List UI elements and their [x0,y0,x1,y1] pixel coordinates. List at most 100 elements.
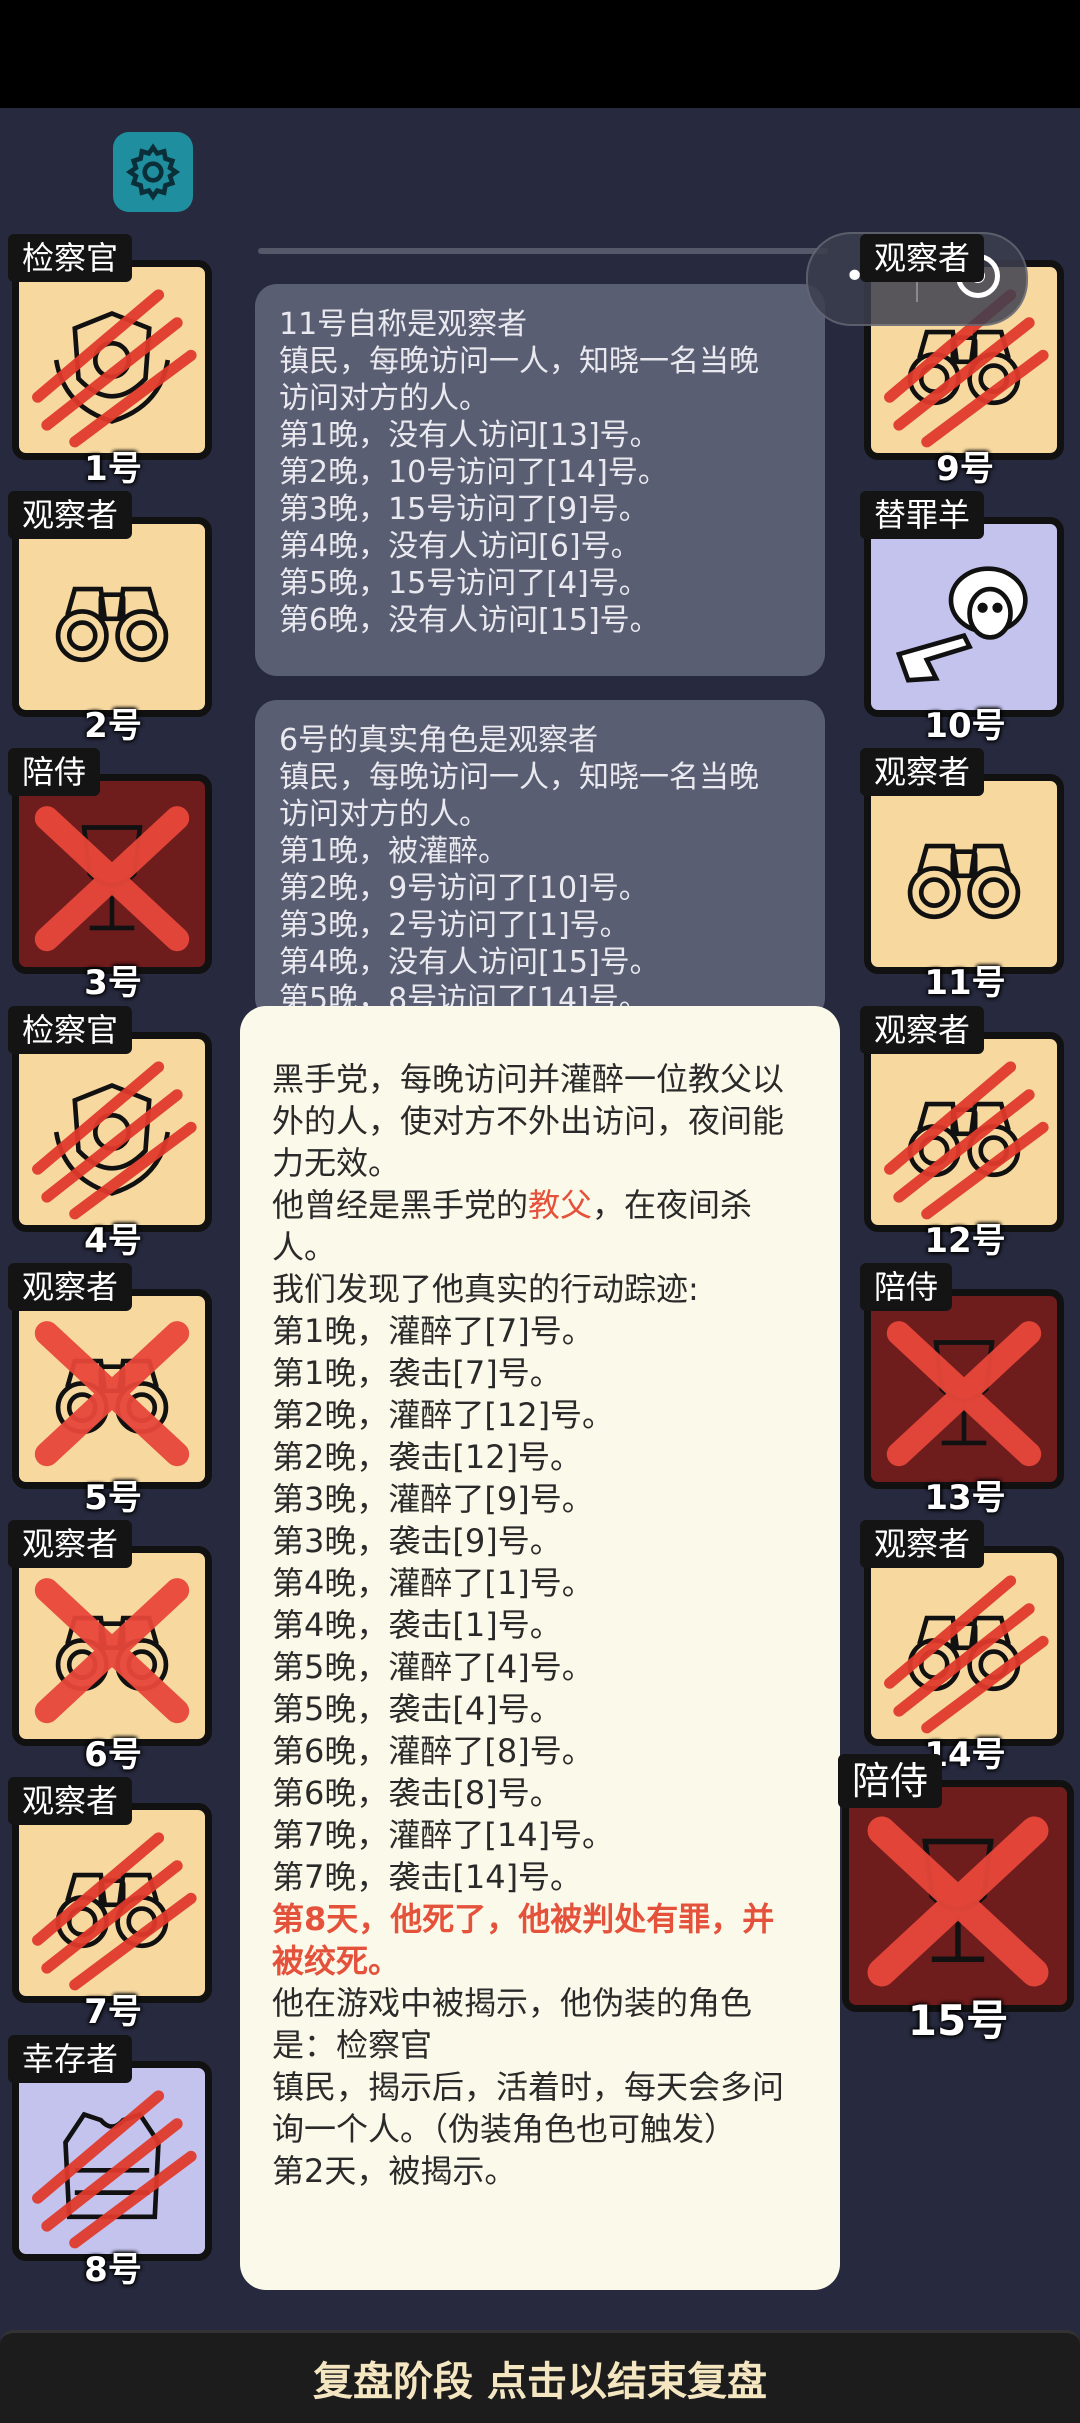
info-message-2: 6号的真实角色是观察者 镇民，每晚访问一人，知晓一名当晚 访问对方的人。 第1晚… [255,700,825,1020]
player-number: 8号 [84,2250,142,2290]
player-seat-15[interactable]: 陪侍 15号 [838,1754,1078,2045]
player-seat-6[interactable]: 观察者 6号 [8,1520,218,1775]
role-card [864,1546,1064,1746]
message-line: 镇民，每晚访问一人，知晓一名当晚 [279,760,759,795]
player-number: 6号 [84,1735,142,1775]
player-number: 3号 [84,963,142,1003]
revealed-line: 第2天，被揭示。 [272,2152,517,2190]
trace-line: 第5晚，袭击[4]号。 [272,1690,562,1728]
role-description: 黑手党，每晚访问并灌醉一位教父以外的人，使对方不外出访问，夜间能力无效。 [272,1060,785,1182]
player-detail-popup[interactable]: 黑手党，每晚访问并灌醉一位教父以外的人，使对方不外出访问，夜间能力无效。 他曾经… [240,1006,840,2290]
player-seat-13[interactable]: 陪侍 13号 [860,1263,1070,1518]
message-line: 第2晚，10号访问了[14]号。 [279,455,668,490]
role-label: 观察者 [8,1777,133,1825]
player-number: 9号 [936,449,994,489]
player-seat-10[interactable]: 替罪羊 10号 [860,491,1070,746]
wine-glass-icon [34,806,190,952]
player-seat-14[interactable]: 观察者 14号 [860,1520,1070,1775]
player-seat-7[interactable]: 观察者 7号 [8,1777,218,2032]
role-label: 观察者 [8,491,133,539]
disguise-line: 他在游戏中被揭示，他伪装的角色是：检察官 [272,1984,753,2064]
player-seat-4[interactable]: 检察官 4号 [8,1006,218,1261]
player-seat-2[interactable]: 观察者 2号 [8,491,218,746]
binoculars-icon [884,1061,1049,1220]
message-line: 6号的真实角色是观察者 [279,723,599,758]
player-seat-8[interactable]: 幸存者 8号 [8,2035,218,2290]
binoculars-icon [32,1832,197,1991]
true-role-line: 他曾经是黑手党的教父，在夜间杀人。 [272,1184,806,1268]
true-role-name: 教父 [528,1186,593,1224]
player-seat-5[interactable]: 观察者 5号 [8,1263,218,1518]
message-line: 11号自称是观察者 [279,307,528,342]
player-seat-3[interactable]: 陪侍 3号 [8,748,218,1003]
status-bar [0,0,1080,108]
role-label: 观察者 [860,748,985,796]
player-seat-1[interactable]: 检察官 1号 [8,234,218,489]
role-card [864,1289,1064,1489]
role-card [12,517,212,717]
trace-line: 第4晚，袭击[1]号。 [272,1606,562,1644]
trace-line: 第7晚，灌醉了[14]号。 [272,1816,615,1854]
binoculars-icon [55,586,169,663]
role-label: 观察者 [860,234,985,282]
wine-glass-icon [886,1321,1042,1467]
player-seat-12[interactable]: 观察者 12号 [860,1006,1070,1261]
end-review-label: 复盘阶段 点击以结束复盘 [313,2359,767,2405]
death-notice: 第8天，他死了，他被判处有罪，并被绞死。 [272,1900,775,1980]
role-card [864,774,1064,974]
message-line: 访问对方的人。 [279,381,489,416]
role-card [12,1546,212,1746]
role-label: 观察者 [860,1520,985,1568]
role-card [12,1803,212,2003]
message-line: 第2晚，9号访问了[10]号。 [279,871,649,906]
player-number: 4号 [84,1221,142,1261]
trace-line: 第7晚，袭击[14]号。 [272,1858,583,1896]
trace-header: 我们发现了他真实的行动踪迹: [272,1270,699,1308]
role-label: 检察官 [8,1006,133,1054]
binoculars-icon [34,1321,190,1467]
role-card [12,774,212,974]
role-card [12,260,212,460]
end-review-button[interactable]: 复盘阶段 点击以结束复盘 [0,2330,1080,2423]
message-line: 第4晚，没有人访问[6]号。 [279,529,641,564]
message-line: 第3晚，15号访问了[9]号。 [279,492,649,527]
message-line: 访问对方的人。 [279,797,489,832]
message-line: 第6晚，没有人访问[15]号。 [279,603,660,638]
trace-line: 第5晚，灌醉了[4]号。 [272,1648,594,1686]
wine-glass-icon [867,1816,1049,1987]
role-label: 陪侍 [838,1754,943,1808]
role-card [12,1289,212,1489]
player-seat-11[interactable]: 观察者 11号 [860,748,1070,1003]
trace-line: 第1晚，袭击[7]号。 [272,1354,562,1392]
role-label: 陪侍 [8,748,101,796]
trace-line: 第3晚，灌醉了[9]号。 [272,1480,594,1518]
role-label: 观察者 [8,1263,133,1311]
role-label: 幸存者 [8,2035,133,2083]
vest-icon [32,2090,197,2249]
player-number: 10号 [924,706,1006,746]
role-card [842,1780,1074,2012]
trace-line: 第6晚，袭击[8]号。 [272,1774,562,1812]
role-label: 观察者 [8,1520,133,1568]
player-number: 11号 [924,963,1006,1003]
player-number: 2号 [84,706,142,746]
badge-icon [32,289,197,448]
chat-top-divider [258,248,828,254]
settings-button[interactable] [113,132,193,212]
message-line: 第1晚，没有人访问[13]号。 [279,418,660,453]
role-card [12,2061,212,2261]
trace-line: 第4晚，灌醉了[1]号。 [272,1564,594,1602]
badge-icon [32,1061,197,1220]
role-card [864,517,1064,717]
message-line: 镇民，每晚访问一人，知晓一名当晚 [279,344,759,379]
true-role-prefix: 他曾经是黑手党的 [272,1186,529,1224]
player-number: 15号 [907,1996,1009,2045]
trace-line: 第2晚，灌醉了[12]号。 [272,1396,615,1434]
role-label: 观察者 [860,1006,985,1054]
role-label: 陪侍 [860,1263,953,1311]
gear-icon [125,143,181,201]
sheep-pointing-icon [895,566,1028,683]
trace-list: 第1晚，灌醉了[7]号。 第1晚，袭击[7]号。 第2晚，灌醉了[12]号。 第2晚，… [272,1310,806,1898]
binoculars-icon [34,1578,190,1724]
trace-line: 第6晚，灌醉了[8]号。 [272,1732,594,1770]
